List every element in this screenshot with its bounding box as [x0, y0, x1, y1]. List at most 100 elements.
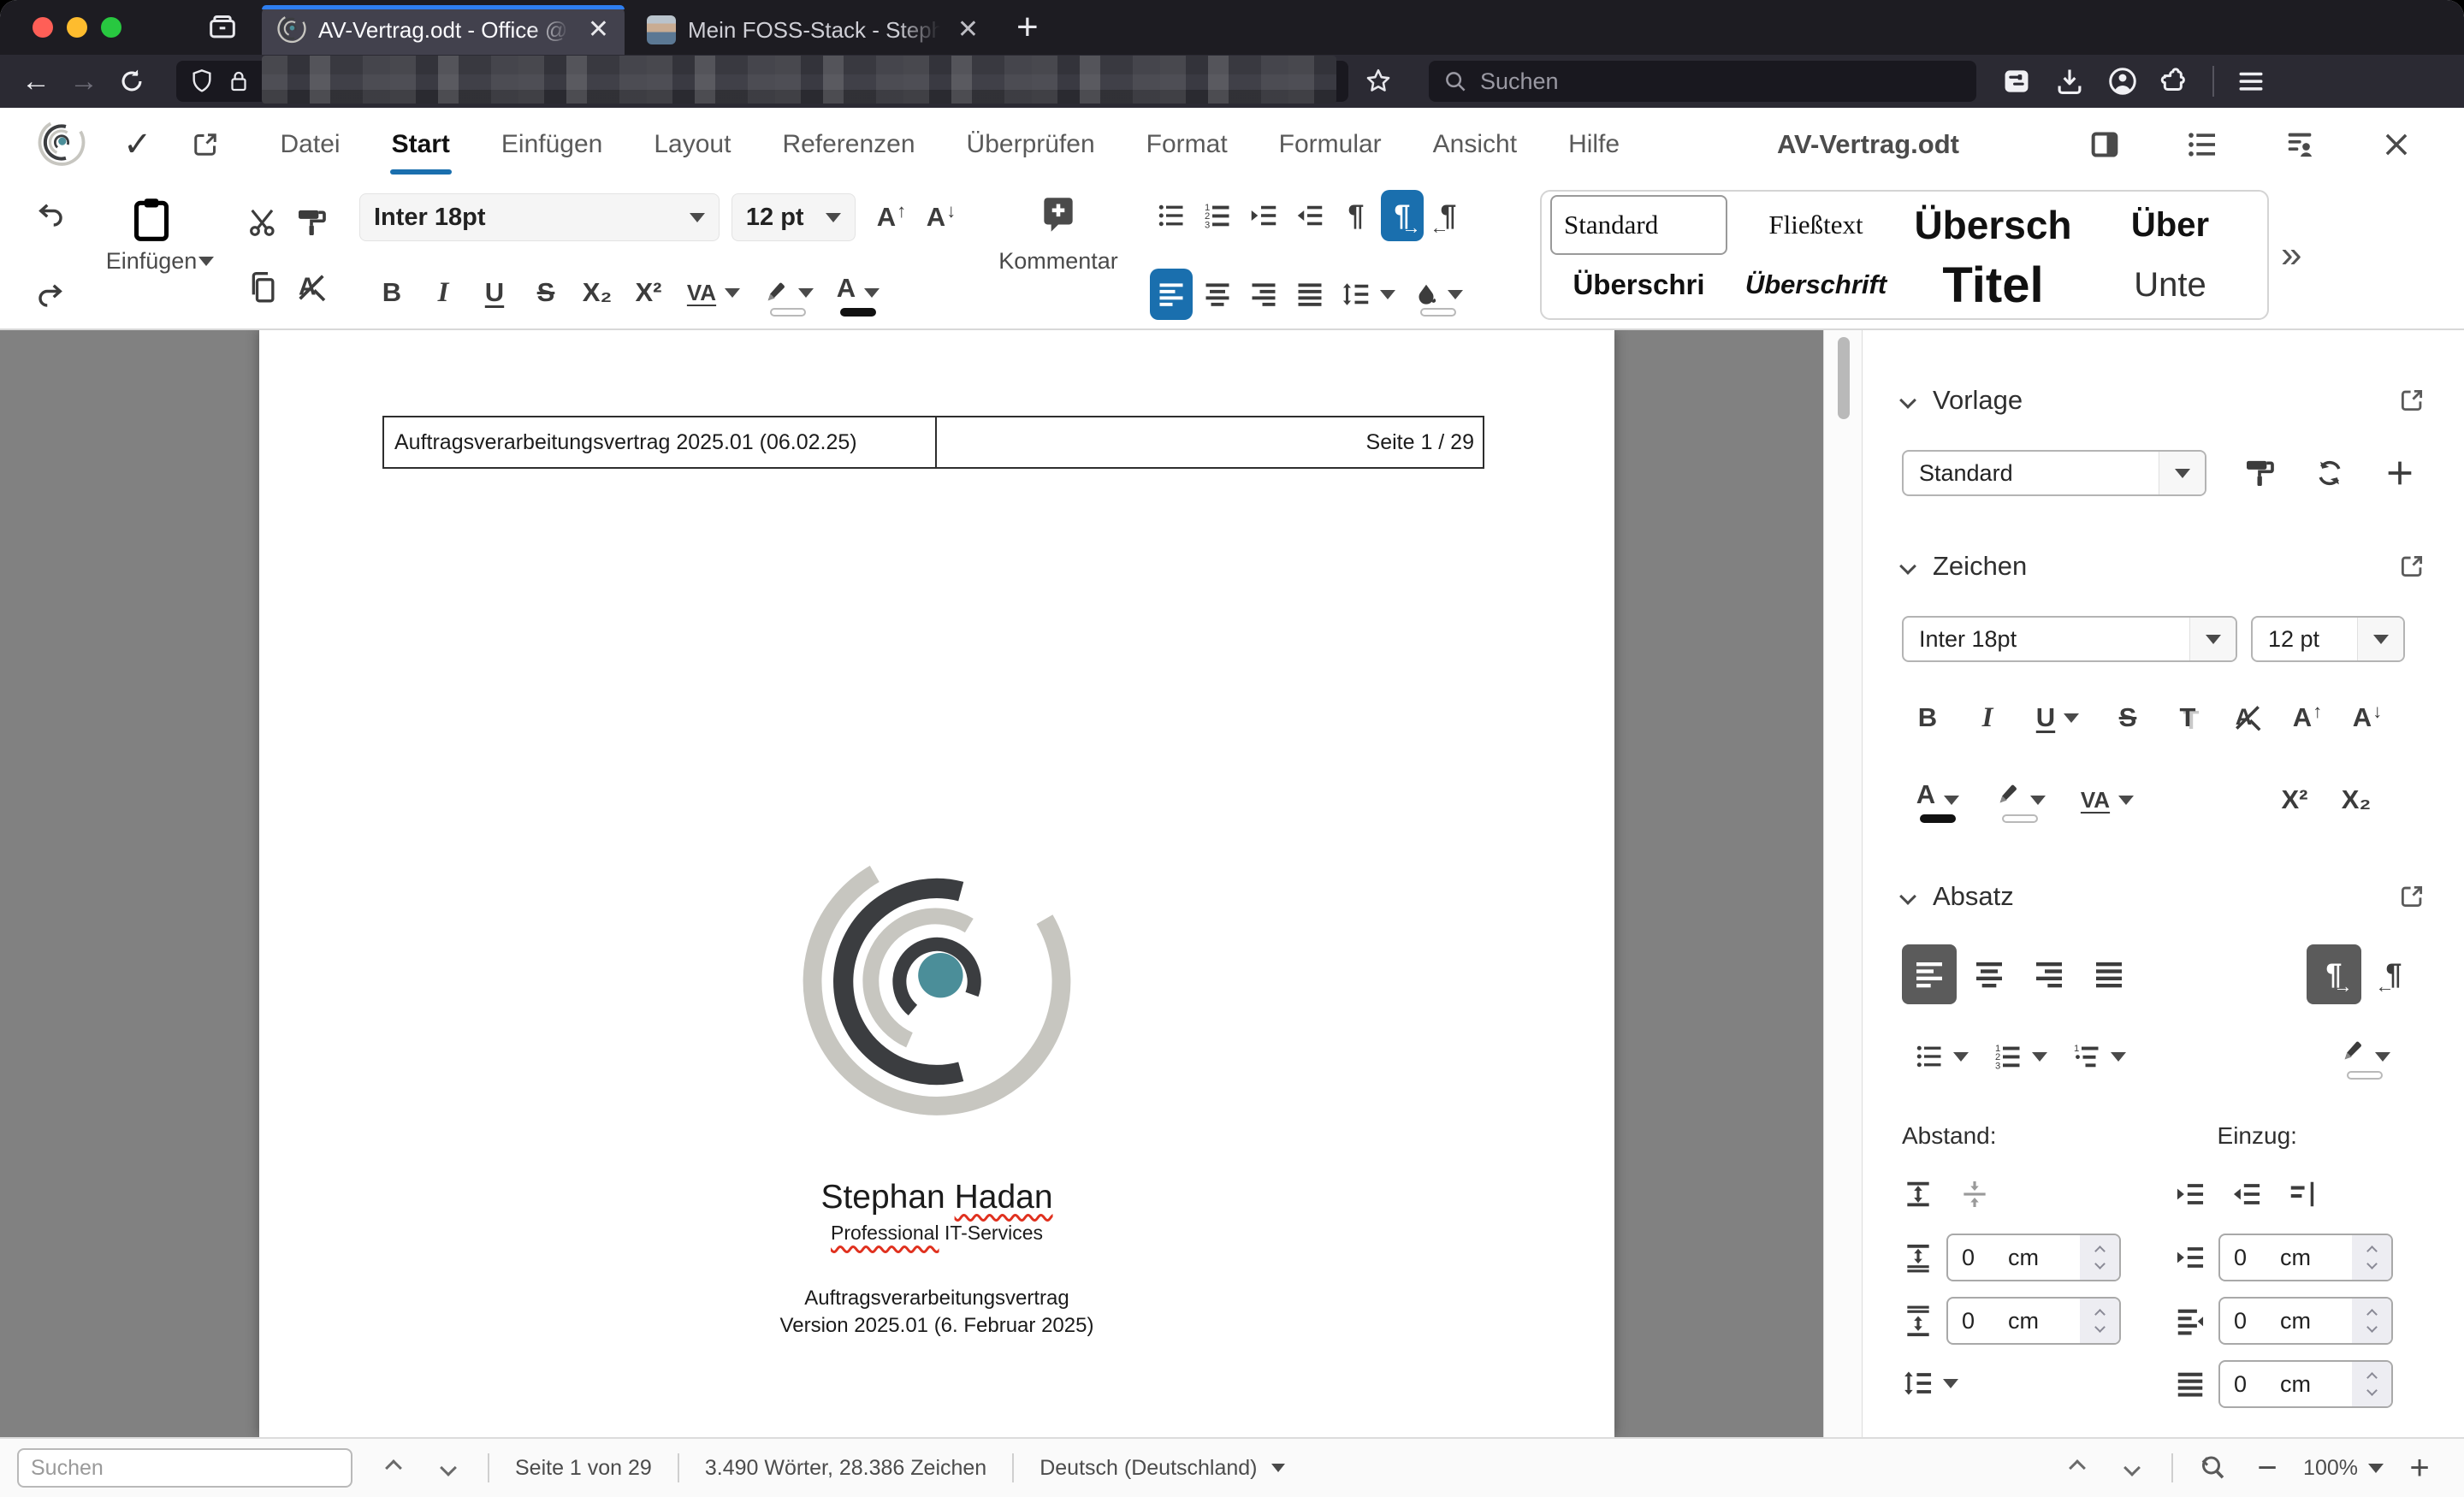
- menu-format[interactable]: Format: [1121, 108, 1253, 181]
- hanging-indent-button[interactable]: [2287, 1178, 2319, 1210]
- sidebar-shadow-button[interactable]: T: [2162, 691, 2213, 744]
- indent-before-field[interactable]: 0 cm: [2218, 1234, 2393, 1281]
- insert-comment-button[interactable]: Kommentar: [986, 190, 1131, 320]
- strikethrough-button[interactable]: S: [524, 265, 568, 320]
- account-button[interactable]: [2106, 65, 2139, 98]
- clear-formatting-button[interactable]: [294, 270, 329, 305]
- minimize-window-button[interactable]: [67, 17, 87, 38]
- app-menu-button[interactable]: [2235, 65, 2267, 98]
- sidebar-highlight-button[interactable]: [1984, 773, 2056, 826]
- style-ueberschrift-3[interactable]: Überschri: [1550, 255, 1727, 315]
- sidebar-strikethrough-button[interactable]: S: [2102, 691, 2153, 744]
- new-tab-button[interactable]: +: [1016, 6, 1039, 49]
- open-dialog-icon[interactable]: [2397, 552, 2426, 581]
- paragraph-rtl-button[interactable]: ¶ ←: [1427, 190, 1470, 241]
- menu-layout[interactable]: Layout: [628, 108, 756, 181]
- browser-tab-active[interactable]: AV-Vertrag.odt - Office @ Hada ✕: [262, 5, 625, 55]
- language-status[interactable]: Deutsch (Deutschland): [1026, 1456, 1298, 1481]
- highlight-color-button[interactable]: [756, 265, 820, 320]
- zoom-reset-button[interactable]: [2185, 1448, 2240, 1488]
- menu-ansicht[interactable]: Ansicht: [1407, 108, 1543, 181]
- paste-dropdown-caret[interactable]: [198, 257, 214, 266]
- section-vorlage-header[interactable]: Vorlage: [1899, 385, 2426, 416]
- increase-spacing-button[interactable]: [1902, 1178, 1934, 1210]
- sidebar-line-spacing-button[interactable]: [1902, 1367, 2174, 1399]
- zoom-level[interactable]: 100%: [2295, 1456, 2392, 1481]
- redo-button[interactable]: [21, 270, 80, 320]
- menu-einfuegen[interactable]: Einfügen: [476, 108, 628, 181]
- firefox-view-button[interactable]: [198, 7, 246, 48]
- underline-button[interactable]: U: [472, 265, 517, 320]
- copy-button[interactable]: [246, 270, 281, 305]
- sidebars-button[interactable]: [2000, 65, 2033, 98]
- style-ueberschrift-2[interactable]: Über: [2082, 195, 2259, 255]
- toggle-sidebar-icon[interactable]: [2088, 127, 2122, 162]
- search-next-button[interactable]: [421, 1448, 476, 1488]
- sidebar-underline-button[interactable]: U: [2022, 691, 2094, 744]
- sidebar-align-left-button[interactable]: [1902, 944, 1957, 1004]
- indent-after-field[interactable]: 0 cm: [2218, 1297, 2393, 1345]
- font-color-button[interactable]: A: [826, 265, 890, 320]
- sidebar-justify-button[interactable]: [2082, 944, 2136, 1004]
- document-scrollbar[interactable]: [1823, 330, 1863, 1437]
- menu-hilfe[interactable]: Hilfe: [1543, 108, 1645, 181]
- font-name-combobox[interactable]: Inter 18pt: [359, 193, 720, 241]
- increase-indent-button[interactable]: [2174, 1178, 2206, 1210]
- reload-button[interactable]: [108, 61, 156, 102]
- sidebar-shrink-font-button[interactable]: A ↓: [2342, 691, 2393, 744]
- tab-close-icon[interactable]: ✕: [588, 17, 609, 43]
- menu-ueberpruefen[interactable]: Überprüfen: [941, 108, 1121, 181]
- menu-formular[interactable]: Formular: [1253, 108, 1407, 181]
- grow-font-button[interactable]: A ↑: [869, 190, 914, 245]
- stepper[interactable]: [2080, 1235, 2119, 1280]
- paragraph-ltr-button[interactable]: ¶ →: [1381, 190, 1424, 241]
- page-count-status[interactable]: Seite 1 von 29: [501, 1456, 666, 1481]
- sidebar-character-spacing-button[interactable]: VA: [2066, 773, 2148, 826]
- previous-page-button[interactable]: [2050, 1448, 2105, 1488]
- update-style-button[interactable]: [2242, 456, 2277, 490]
- browser-search-bar[interactable]: [1429, 61, 1976, 102]
- cut-button[interactable]: [246, 205, 281, 240]
- sidebar-subscript-button[interactable]: X₂: [2331, 773, 2382, 826]
- close-document-icon[interactable]: [2380, 128, 2413, 161]
- character-spacing-button[interactable]: VA: [678, 265, 749, 320]
- lock-icon[interactable]: [226, 68, 252, 94]
- sidebar-align-center-button[interactable]: [1962, 944, 2017, 1004]
- format-paintbrush-button[interactable]: [294, 205, 329, 240]
- space-above-field[interactable]: 0 cm: [1946, 1234, 2121, 1281]
- sidebar-grow-font-button[interactable]: A ↑: [2282, 691, 2333, 744]
- sidebar-bullet-list-button[interactable]: [1902, 1030, 1981, 1083]
- stepper[interactable]: [2352, 1299, 2391, 1343]
- stepper[interactable]: [2080, 1299, 2119, 1343]
- menu-referenzen[interactable]: Referenzen: [756, 108, 940, 181]
- sidebar-numbered-list-button[interactable]: [1981, 1030, 2059, 1083]
- back-button[interactable]: ←: [12, 61, 60, 102]
- address-bar[interactable]: [176, 56, 1348, 104]
- open-dialog-icon[interactable]: [2397, 882, 2426, 911]
- style-untertitel[interactable]: Unte: [2082, 255, 2259, 315]
- sidebar-font-name-select[interactable]: Inter 18pt: [1902, 616, 2237, 662]
- document-search-input[interactable]: [17, 1448, 352, 1488]
- extensions-button[interactable]: [2159, 65, 2192, 98]
- save-status-check-icon[interactable]: ✓: [123, 125, 152, 164]
- sync-style-button[interactable]: [2313, 456, 2347, 490]
- sidebar-rtl-button[interactable]: ¶ ←: [2366, 944, 2421, 1004]
- zoom-out-button[interactable]: −: [2240, 1448, 2295, 1488]
- shrink-font-button[interactable]: A ↓: [919, 190, 963, 245]
- superscript-button[interactable]: X²: [626, 265, 671, 320]
- italic-button[interactable]: I: [421, 265, 465, 320]
- section-absatz-header[interactable]: Absatz: [1899, 881, 2426, 912]
- sidebar-font-color-button[interactable]: A: [1902, 773, 1974, 826]
- font-size-combobox[interactable]: 12 pt: [731, 193, 856, 241]
- document-list-icon[interactable]: [2185, 127, 2219, 162]
- stepper[interactable]: [2352, 1362, 2391, 1406]
- document-canvas[interactable]: Auftragsverarbeitungsvertrag 2025.01 (06…: [0, 330, 1823, 1437]
- menu-start[interactable]: Start: [366, 108, 476, 181]
- first-line-indent-field[interactable]: 0 cm: [2218, 1360, 2393, 1408]
- style-ueberschrift-1[interactable]: Übersch: [1904, 195, 2082, 255]
- open-dialog-icon[interactable]: [2397, 386, 2426, 415]
- forward-button[interactable]: →: [60, 61, 108, 102]
- subscript-button[interactable]: X₂: [575, 265, 619, 320]
- search-previous-button[interactable]: [366, 1448, 421, 1488]
- undo-button[interactable]: [21, 190, 80, 240]
